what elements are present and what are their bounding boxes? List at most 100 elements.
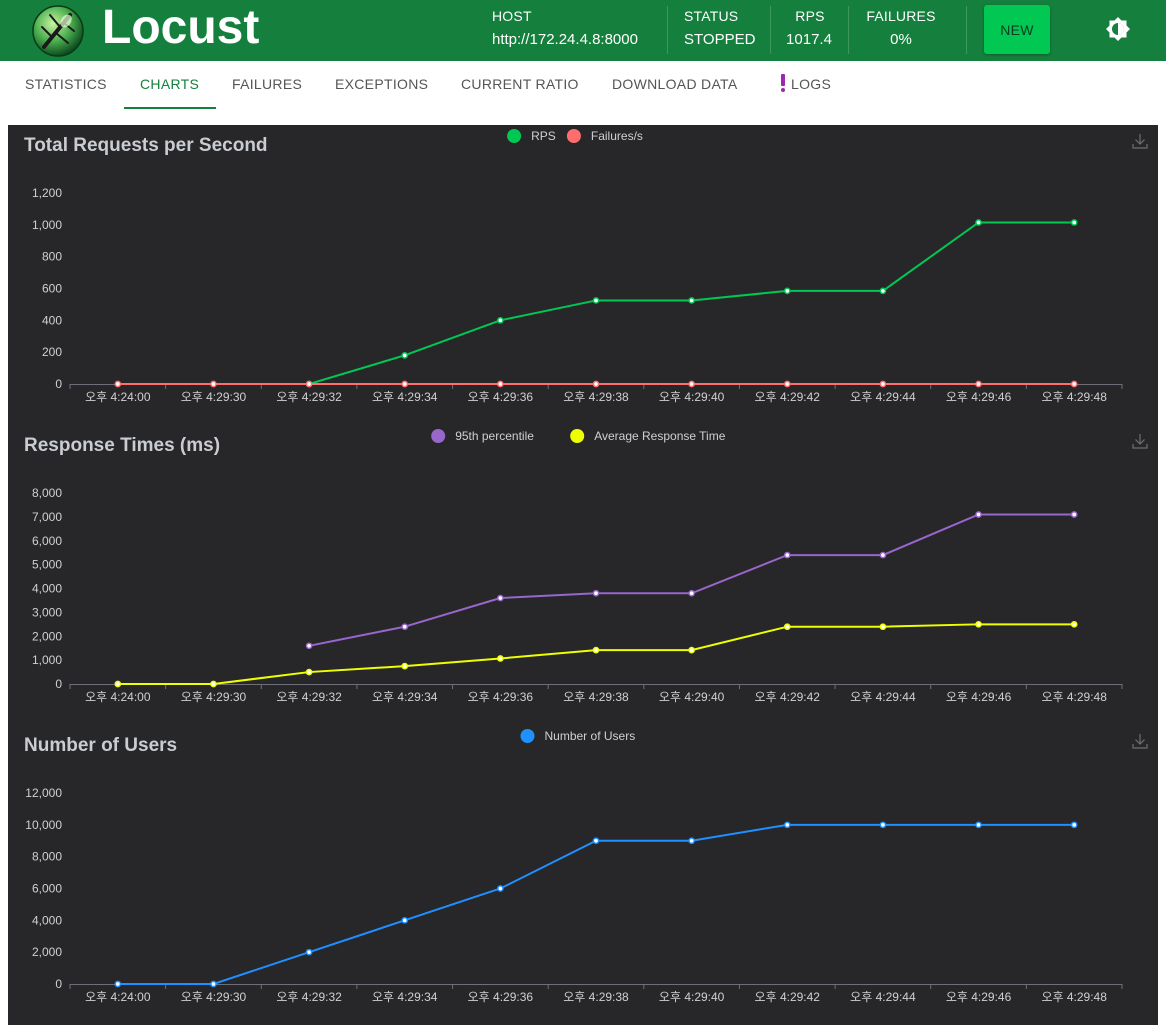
users-plot: 0 2,000 4,000 6,000 8,000 10,000 12,000 오후 4:24… bbox=[25, 729, 1123, 1004]
failures-label: FAILURES bbox=[866, 8, 936, 24]
data-point bbox=[975, 620, 982, 628]
y-tick-label: 2,000 bbox=[32, 945, 62, 959]
y-tick-label: 0 bbox=[55, 977, 62, 991]
data-point bbox=[210, 680, 217, 688]
x-tick-label: 오후 4:29:30 bbox=[181, 690, 247, 704]
tab-bar: STATISTICS CHARTS FAILURES EXCEPTIONS CU… bbox=[0, 61, 1166, 111]
tab-failures[interactable]: FAILURES bbox=[232, 61, 302, 109]
x-tick-label: 오후 4:29:38 bbox=[563, 990, 629, 1004]
data-point bbox=[975, 511, 982, 518]
data-point bbox=[783, 821, 791, 829]
x-tick-label: 오후 4:29:44 bbox=[850, 990, 916, 1004]
rps-chart: Total Requests per Second 0 200 400 600 800 1… bbox=[8, 125, 1158, 425]
data-point bbox=[1070, 821, 1078, 829]
divider bbox=[770, 6, 771, 54]
x-tick-label: 오후 4:29:48 bbox=[1041, 390, 1107, 404]
data-point bbox=[401, 623, 409, 631]
legend-marker bbox=[431, 429, 446, 443]
y-tick-label: 600 bbox=[42, 282, 62, 296]
x-tick-label: 오후 4:29:30 bbox=[181, 390, 247, 404]
y-tick-label: 10,000 bbox=[25, 818, 62, 832]
data-point bbox=[688, 837, 695, 845]
x-tick-label: 오후 4:24:00 bbox=[85, 390, 151, 404]
data-point bbox=[783, 551, 791, 559]
legend-marker bbox=[566, 129, 581, 143]
tab-download-data[interactable]: DOWNLOAD DATA bbox=[612, 61, 738, 109]
x-tick-label: 오후 4:29:48 bbox=[1041, 990, 1107, 1004]
tab-logs[interactable]: LOGS bbox=[778, 61, 831, 109]
x-tick-label: 오후 4:29:32 bbox=[276, 990, 342, 1004]
status-stat: STATUS STOPPED bbox=[684, 8, 755, 54]
brightness-icon[interactable] bbox=[1104, 15, 1132, 43]
y-tick-label: 800 bbox=[42, 250, 62, 264]
host-stat: HOST http://172.24.4.8:8000 bbox=[492, 8, 638, 54]
failures-value: 0% bbox=[890, 31, 912, 48]
divider bbox=[848, 6, 849, 54]
x-tick-label: 오후 4:24:00 bbox=[85, 990, 151, 1004]
legend-marker bbox=[520, 729, 535, 743]
x-tick-label: 오후 4:29:38 bbox=[563, 690, 629, 704]
series-line bbox=[117, 623, 1075, 685]
data-point bbox=[592, 646, 600, 654]
x-tick-label: 오후 4:29:34 bbox=[372, 990, 438, 1004]
x-tick-label: 오후 4:29:42 bbox=[755, 990, 821, 1004]
legend-label: Number of Users bbox=[545, 729, 636, 743]
y-tick-label: 4,000 bbox=[32, 582, 62, 596]
x-tick-label: 오후 4:29:36 bbox=[468, 690, 534, 704]
data-point bbox=[688, 380, 695, 388]
data-point bbox=[975, 821, 982, 829]
y-tick-label: 4,000 bbox=[32, 913, 62, 927]
y-tick-label: 1,000 bbox=[32, 653, 62, 667]
x-tick-label: 오후 4:29:46 bbox=[946, 390, 1012, 404]
y-tick-label: 200 bbox=[42, 345, 62, 359]
x-tick-label: 오후 4:29:30 bbox=[181, 990, 247, 1004]
y-tick-label: 3,000 bbox=[32, 605, 62, 619]
data-point bbox=[783, 623, 791, 631]
data-point bbox=[305, 668, 313, 676]
new-test-button[interactable]: NEW bbox=[984, 5, 1050, 54]
x-tick-label: 오후 4:24:00 bbox=[85, 690, 151, 704]
data-point bbox=[975, 380, 982, 388]
legend-marker bbox=[570, 429, 585, 443]
y-tick-label: 6,000 bbox=[32, 882, 62, 896]
tab-logs-label: LOGS bbox=[791, 76, 832, 92]
y-tick-label: 7,000 bbox=[32, 510, 62, 524]
x-tick-label: 오후 4:29:40 bbox=[659, 390, 725, 404]
y-tick-label: 400 bbox=[42, 313, 62, 327]
legend-marker bbox=[507, 129, 522, 143]
rps-plot: 0 200 400 600 800 1,000 1,200 오후 4:24:00 오후 4:29… bbox=[32, 129, 1123, 404]
series-line bbox=[308, 513, 1075, 647]
x-tick-label: 오후 4:29:32 bbox=[276, 690, 342, 704]
x-tick-label: 오후 4:29:36 bbox=[468, 990, 534, 1004]
y-tick-label: 5,000 bbox=[32, 558, 62, 572]
app-title: Locust bbox=[102, 1, 260, 54]
x-tick-label: 오후 4:29:32 bbox=[276, 390, 342, 404]
y-tick-label: 6,000 bbox=[32, 534, 62, 548]
data-point bbox=[401, 916, 409, 924]
data-point bbox=[1070, 219, 1078, 226]
y-tick-label: 2,000 bbox=[32, 629, 62, 643]
x-tick-label: 오후 4:29:42 bbox=[755, 390, 821, 404]
tab-current-ratio[interactable]: CURRENT RATIO bbox=[461, 61, 579, 109]
data-point bbox=[879, 380, 887, 388]
tab-exceptions[interactable]: EXCEPTIONS bbox=[335, 61, 428, 109]
tab-statistics[interactable]: STATISTICS bbox=[25, 61, 107, 109]
data-point bbox=[114, 680, 122, 688]
data-point bbox=[975, 219, 982, 226]
charts-panel: Total Requests per Second 0 200 400 600 800 1… bbox=[8, 125, 1158, 1025]
active-tab-indicator bbox=[124, 107, 216, 109]
legend-label: 95th percentile bbox=[455, 429, 534, 443]
data-point bbox=[592, 589, 600, 597]
data-point bbox=[497, 316, 504, 324]
x-tick-label: 오후 4:29:38 bbox=[563, 390, 629, 404]
tab-charts[interactable]: CHARTS bbox=[140, 61, 199, 109]
locust-logo[interactable] bbox=[30, 2, 86, 59]
rps-value: 1017.4 bbox=[786, 31, 832, 48]
data-point bbox=[783, 380, 791, 388]
data-point bbox=[592, 837, 600, 845]
legend-label: Failures/s bbox=[591, 129, 643, 143]
data-point bbox=[114, 980, 122, 988]
data-point bbox=[1070, 380, 1078, 388]
top-navbar: Locust HOST http://172.24.4.8:8000 STATU… bbox=[0, 0, 1166, 61]
data-point bbox=[592, 297, 600, 304]
